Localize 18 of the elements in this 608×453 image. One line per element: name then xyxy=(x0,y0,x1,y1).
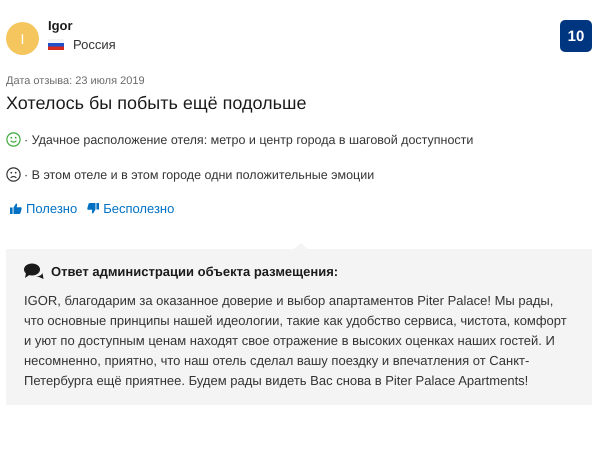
helpful-link[interactable]: Полезно xyxy=(10,201,78,216)
reviewer-name: Igor xyxy=(48,18,74,33)
score-badge: 10 xyxy=(560,20,592,52)
country: Россия xyxy=(73,37,116,52)
review-comment: · Удачное расположение отеля: метро и центр города в шаговой доступности xyxy=(24,132,474,146)
avatar: I xyxy=(6,22,39,55)
thumbs-up-icon xyxy=(10,203,22,214)
thumbs-down-icon xyxy=(87,203,100,214)
smile-icon xyxy=(6,132,21,147)
reply-heading: Ответ администрации объекта размещения: xyxy=(51,264,338,279)
review-comment: · В этом отеле и в этом городе одни положительные эмоции xyxy=(24,168,374,182)
unhelpful-link[interactable]: Бесполезно xyxy=(87,201,174,216)
chat-bubbles-icon xyxy=(24,263,44,280)
review-title: Хотелось бы побыть ещё подольше xyxy=(6,93,308,114)
frown-icon xyxy=(6,167,21,182)
flag-icon xyxy=(48,39,64,50)
review-date: Дата отзыва: 23 июля 2019 xyxy=(6,75,146,87)
reply-text: IGOR, благодарим за оказанное доверие и выбор апартаментов Piter Palace! Мы рады, что основные принципы нашей идеологии, такие как удобство сервиса, чистота, комфорт и уют по доступным ценам находят свое отражение в высоких оценках наших гостей. И несомненно, приятно, что наш отель сделал вашу поездку и впечатления от Санкт-Петербурга ещё приятнее. Будем рады видеть Вас снова в Piter Palace Apartments! xyxy=(24,292,568,390)
